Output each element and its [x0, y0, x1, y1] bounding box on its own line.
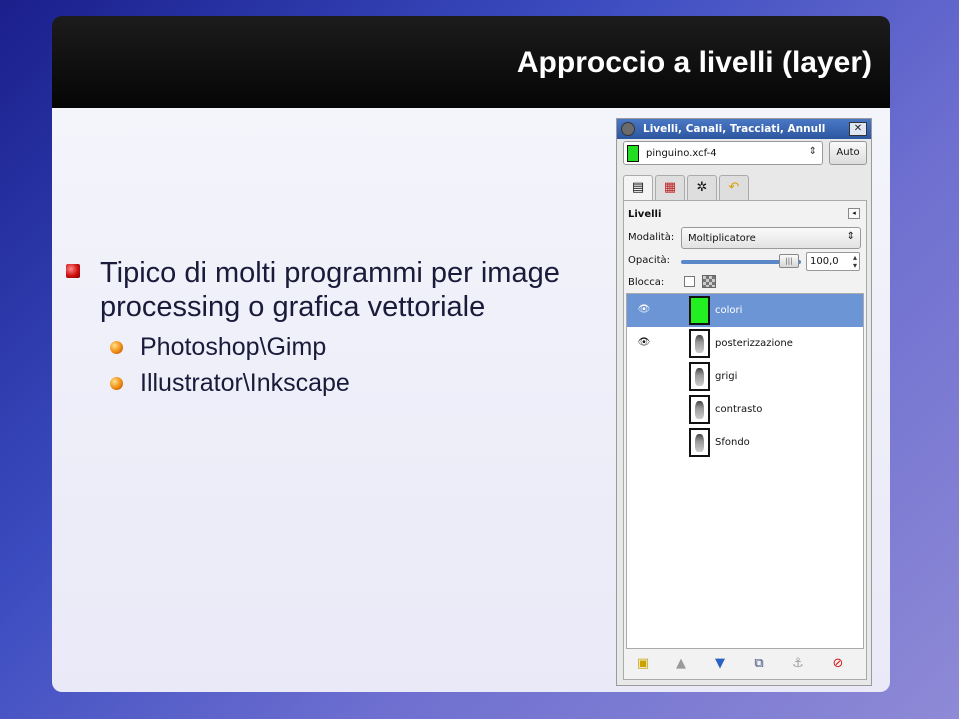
penguin-thumb-image — [695, 401, 704, 419]
gimp-wilber-icon — [621, 122, 635, 136]
tab-layers[interactable]: ▤ — [623, 175, 653, 201]
channels-tab-icon: ▦ — [663, 180, 677, 195]
layer-row[interactable]: contrasto — [627, 393, 863, 426]
layers-tab-page: Livelli ◂ Modalità: Moltiplicatore ⇕ Opa… — [623, 200, 867, 680]
dialog-title: Livelli, Canali, Tracciati, Annull — [643, 123, 826, 135]
lock-checkbox[interactable] — [684, 276, 695, 287]
layers-tab-icon: ▤ — [631, 180, 645, 195]
new-layer-icon[interactable]: ▣ — [634, 655, 652, 673]
dialog-titlebar[interactable]: Livelli, Canali, Tracciati, Annull ✕ — [617, 119, 871, 139]
lock-label: Blocca: — [628, 277, 665, 288]
paths-tab-icon: ✲ — [696, 180, 708, 195]
penguin-thumb-image — [695, 368, 704, 386]
tab-undo-history[interactable]: ↶ — [719, 175, 749, 201]
layer-name: Sfondo — [715, 437, 750, 448]
image-thumbnail — [627, 145, 639, 162]
delete-layer-icon[interactable]: ⊘ — [829, 655, 847, 673]
layer-thumbnail — [689, 362, 710, 391]
layer-thumbnail — [689, 428, 710, 457]
opacity-label: Opacità: — [628, 255, 671, 266]
opacity-value: 100,0 — [810, 256, 839, 267]
panel-title: Livelli — [628, 209, 662, 220]
sub-bullet-text: Photoshop\Gimp — [140, 333, 327, 361]
tab-menu-icon[interactable]: ◂ — [848, 208, 860, 219]
layer-thumbnail — [689, 395, 710, 424]
lower-layer-icon[interactable]: ▼ — [711, 655, 729, 673]
visibility-eye-icon[interactable]: 👁 — [637, 305, 651, 315]
tab-channels[interactable]: ▦ — [655, 175, 685, 201]
updown-arrow-icon: ⇕ — [808, 146, 817, 157]
image-select-combo[interactable]: pinguino.xcf-4 ⇕ — [623, 141, 823, 165]
image-select-value: pinguino.xcf-4 — [646, 148, 717, 159]
opacity-spinbutton[interactable]: 100,0 ▴ ▾ — [806, 252, 860, 271]
mode-combo[interactable]: Moltiplicatore ⇕ — [681, 227, 861, 249]
layer-thumbnail — [689, 296, 710, 325]
penguin-thumb-image — [695, 335, 704, 353]
red-bullet-icon — [66, 264, 80, 278]
close-icon[interactable]: ✕ — [849, 122, 867, 136]
layer-row[interactable]: 👁 posterizzazione — [627, 327, 863, 360]
updown-arrow-icon: ⇕ — [846, 231, 855, 242]
tab-paths[interactable]: ✲ — [687, 175, 717, 201]
duplicate-layer-icon[interactable]: ⧉ — [750, 655, 768, 673]
opacity-slider-handle[interactable]: ||| — [779, 254, 799, 268]
layer-row[interactable]: 👁 colori — [627, 294, 863, 327]
anchor-layer-icon[interactable]: ⚓ — [789, 655, 807, 673]
layer-row[interactable]: grigi — [627, 360, 863, 393]
layer-name: colori — [715, 305, 743, 316]
spin-arrows-icon[interactable]: ▴ ▾ — [853, 254, 857, 270]
layer-name: contrasto — [715, 404, 763, 415]
lock-alpha-icon[interactable] — [702, 275, 716, 288]
raise-layer-icon[interactable]: ▲ — [672, 655, 690, 673]
layer-row[interactable]: Sfondo — [627, 426, 863, 459]
layers-list: 👁 colori 👁 posterizzazione grigi contras… — [626, 293, 864, 649]
auto-button[interactable]: Auto — [829, 141, 867, 165]
slide-title: Approccio a livelli (layer) — [516, 46, 872, 79]
mode-value: Moltiplicatore — [688, 233, 756, 244]
undo-history-tab-icon: ↶ — [728, 180, 740, 195]
visibility-eye-icon[interactable]: 👁 — [637, 338, 651, 348]
gimp-layers-dialog: Livelli, Canali, Tracciati, Annull ✕ pin… — [616, 118, 872, 686]
slide-header: Approccio a livelli (layer) — [52, 16, 890, 108]
layers-button-bar: ▣ ▲ ▼ ⧉ ⚓ ⊘ — [626, 653, 864, 677]
main-bullet-text: Tipico di molti programmi per image proc… — [100, 257, 560, 323]
orange-bullet-icon — [110, 377, 123, 390]
layer-name: posterizzazione — [715, 338, 793, 349]
orange-bullet-icon — [110, 341, 123, 354]
layer-name: grigi — [715, 371, 738, 382]
layer-thumbnail — [689, 329, 710, 358]
sub-bullet-text: Illustrator\Inkscape — [140, 369, 350, 397]
mode-label: Modalità: — [628, 232, 675, 243]
penguin-thumb-image — [695, 434, 704, 452]
